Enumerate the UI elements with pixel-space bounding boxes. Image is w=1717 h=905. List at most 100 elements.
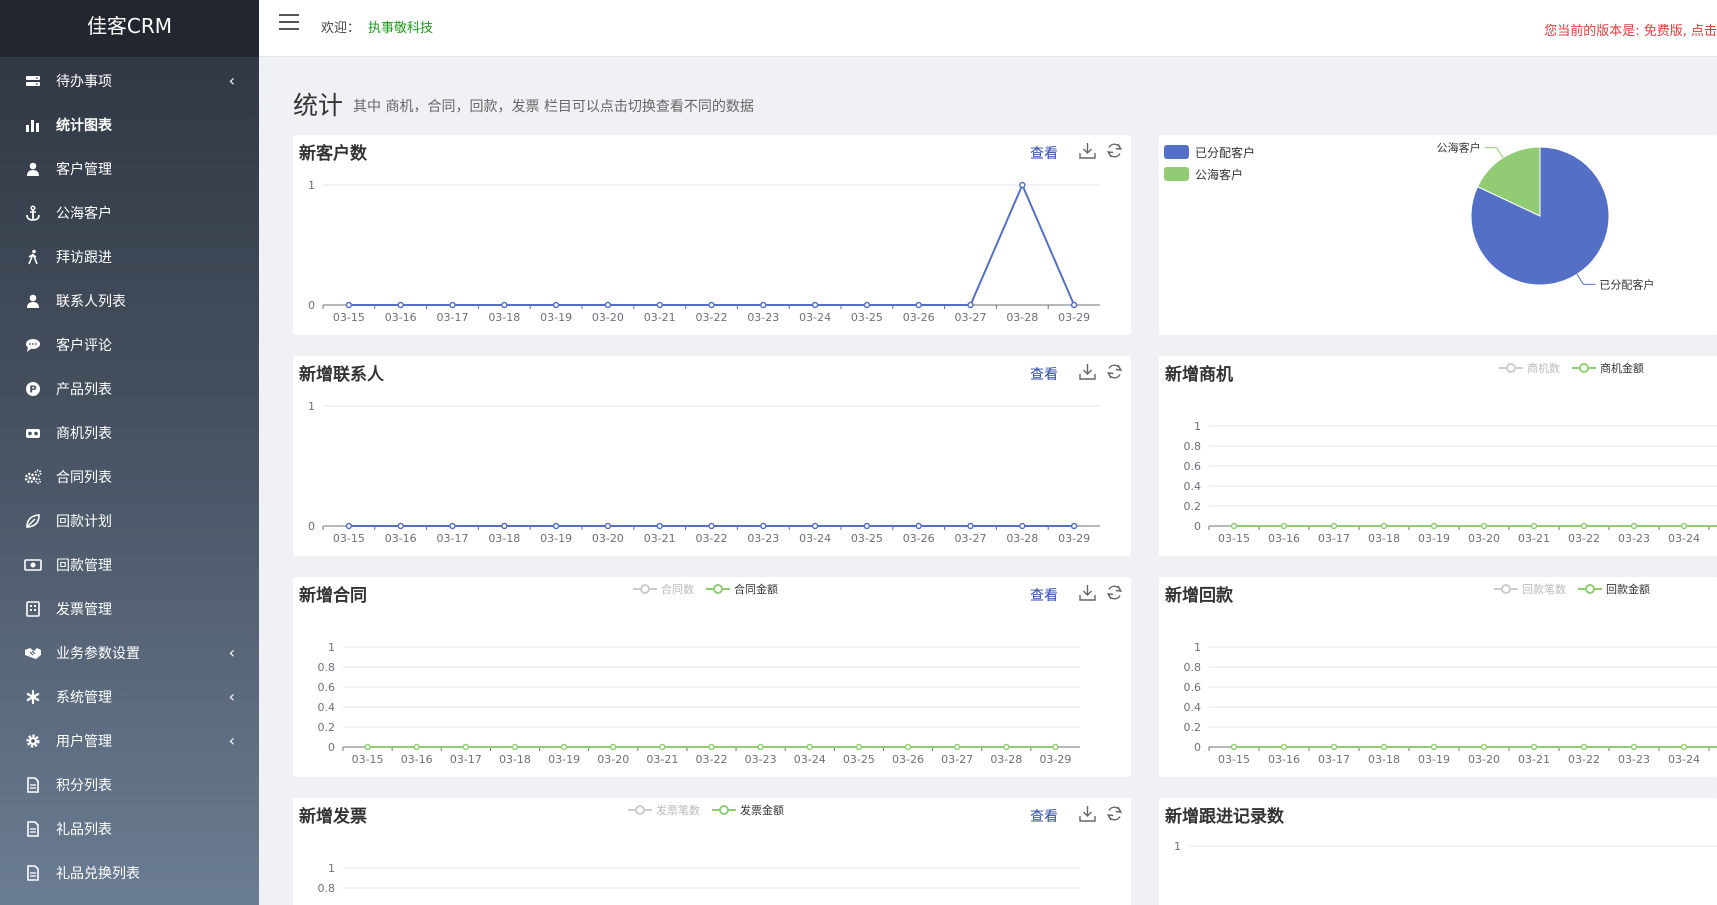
data-point[interactable] bbox=[806, 743, 814, 751]
refresh-icon[interactable] bbox=[1105, 362, 1124, 381]
data-point[interactable] bbox=[863, 522, 871, 530]
legend-item[interactable]: 商机数 bbox=[1499, 360, 1560, 376]
data-point[interactable] bbox=[863, 301, 871, 309]
data-point[interactable] bbox=[560, 743, 568, 751]
legend-assigned[interactable]: 已分配客户 bbox=[1164, 141, 1255, 163]
view-link[interactable]: 查看 bbox=[1030, 806, 1058, 826]
data-point[interactable] bbox=[1070, 522, 1078, 530]
data-point[interactable] bbox=[604, 522, 612, 530]
data-point[interactable] bbox=[1380, 522, 1388, 530]
data-point[interactable] bbox=[1580, 743, 1588, 751]
view-link[interactable]: 查看 bbox=[1030, 585, 1058, 605]
data-point[interactable] bbox=[501, 522, 508, 530]
refresh-icon[interactable] bbox=[1105, 141, 1124, 160]
data-point[interactable] bbox=[915, 301, 922, 309]
sidebar-item[interactable]: 发票管理 bbox=[0, 587, 259, 631]
legend-item[interactable]: 发票笔数 bbox=[628, 802, 700, 818]
data-point[interactable] bbox=[1530, 522, 1538, 530]
data-point[interactable] bbox=[1580, 522, 1588, 530]
data-point[interactable] bbox=[915, 522, 922, 530]
data-point[interactable] bbox=[552, 522, 560, 530]
data-point[interactable] bbox=[1280, 743, 1288, 751]
sidebar-item[interactable]: 合同列表 bbox=[0, 455, 259, 499]
legend-item[interactable]: 回款笔数 bbox=[1494, 581, 1566, 597]
data-point[interactable] bbox=[811, 301, 819, 309]
data-point[interactable] bbox=[511, 743, 519, 751]
legend-item[interactable]: 合同数 bbox=[633, 581, 694, 597]
sidebar-item[interactable]: 客户评论 bbox=[0, 323, 259, 367]
sidebar-item[interactable]: 系统管理 ‹ bbox=[0, 675, 259, 719]
data-point[interactable] bbox=[1480, 743, 1488, 751]
data-point[interactable] bbox=[659, 743, 666, 751]
data-point[interactable] bbox=[760, 301, 767, 309]
data-point[interactable] bbox=[552, 301, 560, 309]
view-link[interactable]: 查看 bbox=[1030, 364, 1058, 384]
sidebar-item[interactable]: 礼品列表 bbox=[0, 807, 259, 851]
legend-item[interactable]: 合同金额 bbox=[706, 581, 778, 597]
download-icon[interactable] bbox=[1078, 583, 1097, 602]
data-point[interactable] bbox=[656, 522, 663, 530]
data-point[interactable] bbox=[953, 743, 961, 751]
sidebar-item[interactable]: 积分列表 bbox=[0, 763, 259, 807]
data-point[interactable] bbox=[462, 743, 470, 751]
legend-item[interactable]: 回款金额 bbox=[1578, 581, 1650, 597]
data-point[interactable] bbox=[364, 743, 371, 751]
data-point[interactable] bbox=[967, 301, 974, 309]
data-point[interactable] bbox=[1630, 522, 1638, 530]
data-point[interactable] bbox=[345, 301, 353, 309]
data-point[interactable] bbox=[1052, 743, 1059, 751]
data-point[interactable] bbox=[1330, 522, 1338, 530]
data-point[interactable] bbox=[708, 301, 715, 309]
data-point[interactable] bbox=[904, 743, 912, 751]
view-link[interactable]: 查看 bbox=[1030, 143, 1058, 163]
sidebar-item[interactable]: 回款管理 bbox=[0, 543, 259, 587]
data-point[interactable] bbox=[397, 301, 404, 309]
data-point[interactable] bbox=[604, 301, 612, 309]
sidebar-item[interactable]: 公海客户 bbox=[0, 191, 259, 235]
sidebar-item[interactable]: P 产品列表 bbox=[0, 367, 259, 411]
legend-item[interactable]: 发票金额 bbox=[712, 802, 784, 818]
version-notice[interactable]: 您当前的版本是: 免费版, 点击 bbox=[1544, 20, 1717, 39]
data-point[interactable] bbox=[1430, 522, 1438, 530]
data-point[interactable] bbox=[449, 301, 456, 309]
sidebar-item[interactable]: 联系人列表 bbox=[0, 279, 259, 323]
sidebar-item[interactable]: 用户管理 ‹ bbox=[0, 719, 259, 763]
data-point[interactable] bbox=[1680, 743, 1688, 751]
refresh-icon[interactable] bbox=[1105, 583, 1124, 602]
data-point[interactable] bbox=[1330, 743, 1338, 751]
download-icon[interactable] bbox=[1078, 362, 1097, 381]
download-icon[interactable] bbox=[1078, 141, 1097, 160]
data-point[interactable] bbox=[1019, 181, 1026, 189]
data-point[interactable] bbox=[1630, 743, 1638, 751]
data-point[interactable] bbox=[1680, 522, 1688, 530]
data-point[interactable] bbox=[708, 743, 715, 751]
data-point[interactable] bbox=[1480, 522, 1488, 530]
data-point[interactable] bbox=[1230, 522, 1238, 530]
data-point[interactable] bbox=[1230, 743, 1238, 751]
data-point[interactable] bbox=[1070, 301, 1078, 309]
data-point[interactable] bbox=[609, 743, 617, 751]
data-point[interactable] bbox=[413, 743, 420, 751]
data-point[interactable] bbox=[855, 743, 863, 751]
refresh-icon[interactable] bbox=[1105, 804, 1124, 823]
sidebar-item[interactable]: 回款计划 bbox=[0, 499, 259, 543]
data-point[interactable] bbox=[397, 522, 404, 530]
download-icon[interactable] bbox=[1078, 804, 1097, 823]
sidebar-item[interactable]: 客户管理 bbox=[0, 147, 259, 191]
sidebar-item[interactable]: 待办事项 ‹ bbox=[0, 59, 259, 103]
menu-toggle-icon[interactable] bbox=[279, 14, 299, 32]
brand-logo[interactable]: 佳客CRM bbox=[0, 0, 259, 57]
sidebar-item[interactable]: 拜访跟进 bbox=[0, 235, 259, 279]
data-point[interactable] bbox=[708, 522, 715, 530]
data-point[interactable] bbox=[449, 522, 456, 530]
data-point[interactable] bbox=[501, 301, 508, 309]
data-point[interactable] bbox=[1280, 522, 1288, 530]
data-point[interactable] bbox=[760, 522, 767, 530]
sidebar-item[interactable]: 业务参数设置 ‹ bbox=[0, 631, 259, 675]
data-point[interactable] bbox=[1530, 743, 1538, 751]
legend-item[interactable]: 商机金额 bbox=[1572, 360, 1644, 376]
data-point[interactable] bbox=[345, 522, 353, 530]
data-point[interactable] bbox=[1430, 743, 1438, 751]
sidebar-item[interactable]: 礼品兑换列表 bbox=[0, 851, 259, 895]
data-point[interactable] bbox=[656, 301, 663, 309]
